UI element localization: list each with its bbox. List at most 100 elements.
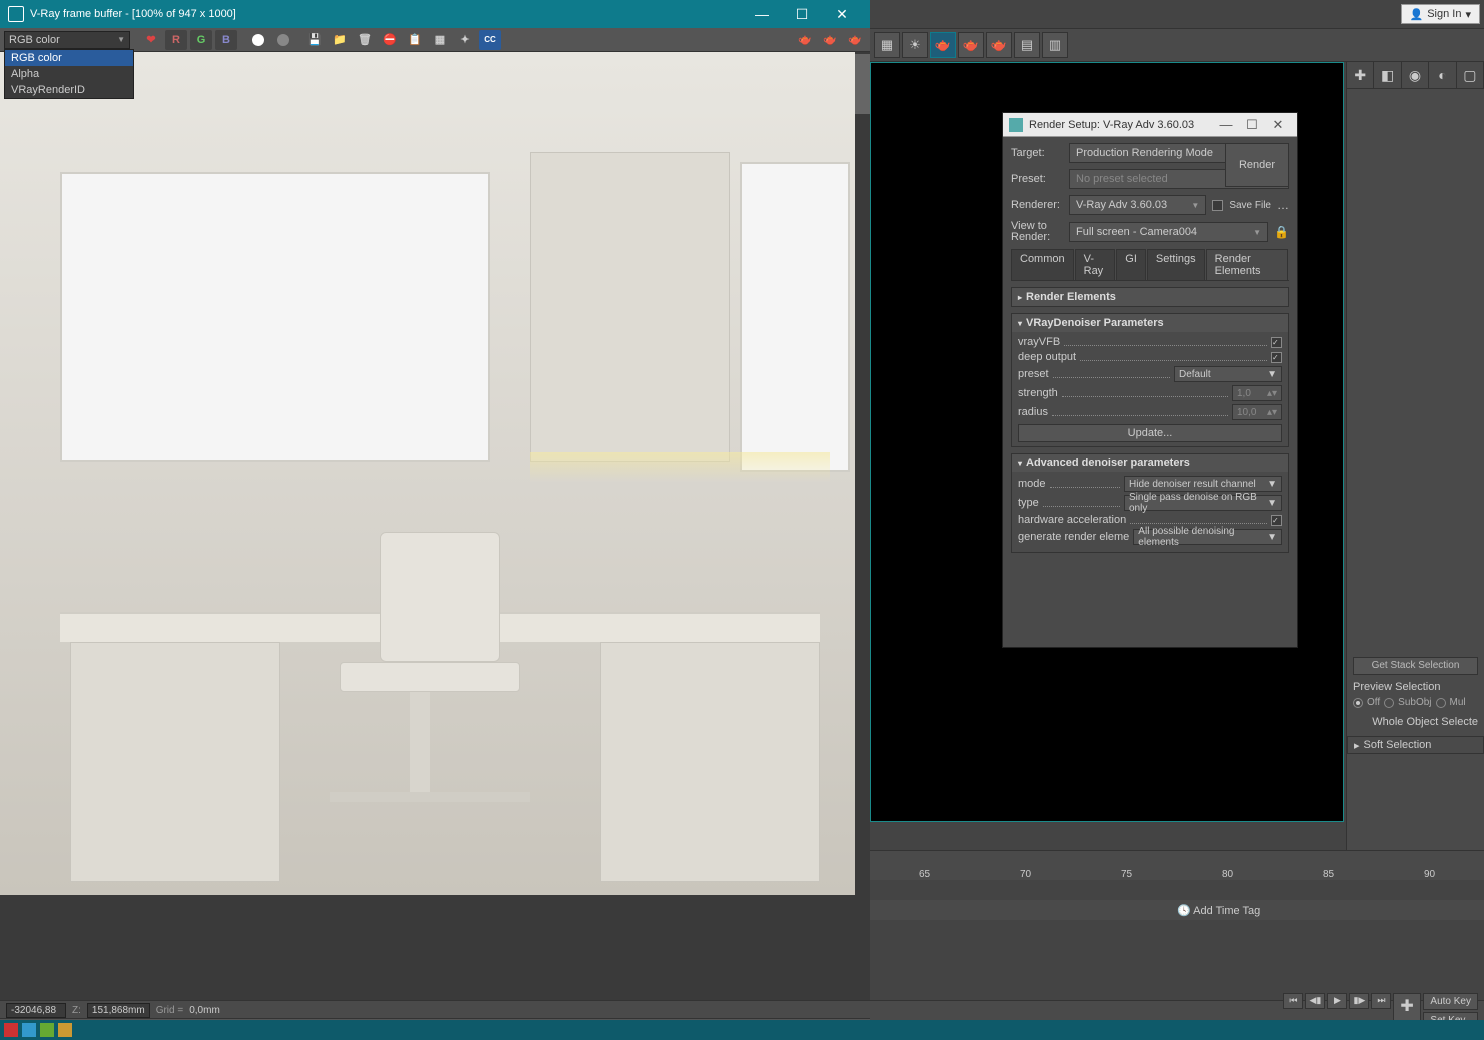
tick: 90: [1379, 869, 1480, 880]
rollout-render-elements: ▸Render Elements: [1011, 287, 1289, 307]
track-icon[interactable]: ✦: [454, 30, 476, 50]
hw-accel-check[interactable]: [1271, 515, 1282, 526]
render-viewport[interactable]: [0, 52, 870, 895]
radio-subobj[interactable]: [1384, 698, 1394, 708]
mode-select[interactable]: Hide denoiser result channel▼: [1124, 476, 1282, 492]
radio-off[interactable]: [1353, 698, 1363, 708]
region-icon[interactable]: ▦: [429, 30, 451, 50]
toolbar-button[interactable]: ☀: [902, 32, 928, 58]
rendered-image: [0, 52, 855, 895]
denoiser-preset-select[interactable]: Default▼: [1174, 366, 1282, 382]
z-coord[interactable]: 151,868mm: [87, 1003, 150, 1018]
save-icon[interactable]: 💾: [304, 30, 326, 50]
vfb-titlebar[interactable]: V-Ray frame buffer - [100% of 947 x 1000…: [0, 0, 870, 28]
strength-spinner[interactable]: 1,0▴▾: [1232, 385, 1282, 401]
mono-grey-icon[interactable]: [272, 30, 294, 50]
modify-tab-icon[interactable]: ◧: [1374, 62, 1401, 88]
deep-output-check[interactable]: [1271, 352, 1282, 363]
folder-icon[interactable]: 📁: [329, 30, 351, 50]
toolbar-button[interactable]: ▤: [1014, 32, 1040, 58]
tab-vray[interactable]: V-Ray: [1075, 249, 1116, 280]
tab-settings[interactable]: Settings: [1147, 249, 1205, 280]
radio-multi[interactable]: [1436, 698, 1446, 708]
renderer-select[interactable]: V-Ray Adv 3.60.03▼: [1069, 195, 1206, 215]
next-frame-icon[interactable]: ▮▶: [1349, 993, 1369, 1009]
rollout-header[interactable]: ▸Render Elements: [1012, 288, 1288, 306]
vrayvfb-check[interactable]: [1271, 337, 1282, 348]
soft-selection-rollout[interactable]: ▸Soft Selection: [1347, 736, 1484, 754]
minimize-button[interactable]: —: [1213, 114, 1239, 136]
minimize-button[interactable]: —: [742, 0, 782, 28]
rs-title-text: Render Setup: V-Ray Adv 3.60.03: [1029, 119, 1194, 131]
mono-white-icon[interactable]: [247, 30, 269, 50]
maximize-button[interactable]: ☐: [1239, 114, 1265, 136]
correction-button[interactable]: CC: [479, 30, 501, 50]
timeline[interactable]: 65 70 75 80 85 90: [870, 850, 1484, 880]
clear-icon[interactable]: 🗑: [354, 30, 376, 50]
render-button[interactable]: Render: [1225, 143, 1289, 187]
tab-common[interactable]: Common: [1011, 249, 1074, 280]
rollout-header[interactable]: ▾VRayDenoiser Parameters: [1012, 314, 1288, 332]
key-button[interactable]: ✚: [1393, 993, 1421, 1021]
update-button[interactable]: Update...: [1018, 424, 1282, 442]
teapot-icon[interactable]: 🫖: [819, 30, 841, 50]
rgb-link-icon[interactable]: ❤: [140, 30, 162, 50]
teapot-icon[interactable]: 🫖: [844, 30, 866, 50]
teapot-icon[interactable]: 🫖: [794, 30, 816, 50]
channel-opt-alpha[interactable]: Alpha: [5, 66, 133, 82]
gen-elements-select[interactable]: All possible denoising elements▼: [1133, 529, 1282, 545]
hierarchy-tab-icon[interactable]: ◉: [1402, 62, 1429, 88]
scrollbar-thumb[interactable]: [855, 54, 870, 114]
channel-opt-renderid[interactable]: VRayRenderID: [5, 82, 133, 98]
teapot-icon[interactable]: 🫖: [930, 32, 956, 58]
create-tab-icon[interactable]: ✚: [1347, 62, 1374, 88]
copy-icon[interactable]: 📋: [404, 30, 426, 50]
tab-gi[interactable]: GI: [1116, 249, 1146, 280]
autokey-button[interactable]: Auto Key: [1423, 993, 1478, 1010]
goto-start-icon[interactable]: ⏮: [1283, 993, 1303, 1009]
taskbar-icon[interactable]: [58, 1023, 72, 1037]
savefile-checkbox[interactable]: [1212, 200, 1223, 211]
taskbar-icon[interactable]: [40, 1023, 54, 1037]
r-channel-button[interactable]: R: [165, 30, 187, 50]
close-button[interactable]: ✕: [1265, 114, 1291, 136]
taskbar-icon[interactable]: [22, 1023, 36, 1037]
view-select[interactable]: Full screen - Camera004▼: [1069, 222, 1268, 242]
teapot-icon[interactable]: 🫖: [958, 32, 984, 58]
channel-value: RGB color: [9, 34, 60, 46]
close-button[interactable]: ✕: [822, 0, 862, 28]
maximize-button[interactable]: ☐: [782, 0, 822, 28]
motion-tab-icon[interactable]: ◐: [1429, 62, 1456, 88]
signin-button[interactable]: 👤 Sign In ▾: [1401, 4, 1480, 24]
teapot-icon[interactable]: 🫖: [986, 32, 1012, 58]
stop-icon[interactable]: ⛔: [379, 30, 401, 50]
radio-subobj-label: SubObj: [1398, 697, 1431, 708]
app-taskbar: [0, 1020, 1484, 1040]
scrollbar-vertical[interactable]: [855, 52, 870, 895]
savefile-more[interactable]: …: [1277, 198, 1289, 212]
lock-icon[interactable]: 🔒: [1274, 225, 1289, 239]
stack-selection-button[interactable]: Get Stack Selection: [1353, 657, 1478, 675]
toolbar-button[interactable]: ▥: [1042, 32, 1068, 58]
command-panel: ✚ ◧ ◉ ◐ ▢ Get Stack Selection Preview Se…: [1346, 62, 1484, 852]
rollout-header[interactable]: ▾Advanced denoiser parameters: [1012, 454, 1288, 472]
goto-end-icon[interactable]: ⏭: [1371, 993, 1391, 1009]
max-toolbar: ▦ ☀ 🫖 🫖 🫖 ▤ ▥: [870, 28, 1484, 62]
x-coord[interactable]: -32046,88: [6, 1003, 66, 1018]
g-channel-button[interactable]: G: [190, 30, 212, 50]
radius-spinner[interactable]: 10,0▴▾: [1232, 404, 1282, 420]
status-bar: -32046,88 Z: 151,868mm Grid = 0,0mm ⏮ ◀▮…: [0, 1000, 1484, 1020]
taskbar-icon[interactable]: [4, 1023, 18, 1037]
type-select[interactable]: Single pass denoise on RGB only▼: [1124, 495, 1282, 511]
tab-render-elements[interactable]: Render Elements: [1206, 249, 1288, 280]
display-tab-icon[interactable]: ▢: [1457, 62, 1484, 88]
clock-icon: 🕓: [1177, 905, 1191, 917]
rs-titlebar[interactable]: Render Setup: V-Ray Adv 3.60.03 — ☐ ✕: [1003, 113, 1297, 137]
channel-dropdown[interactable]: RGB color ▼: [4, 31, 130, 49]
channel-opt-rgb[interactable]: RGB color: [5, 50, 133, 66]
toolbar-button[interactable]: ▦: [874, 32, 900, 58]
b-channel-button[interactable]: B: [215, 30, 237, 50]
prev-frame-icon[interactable]: ◀▮: [1305, 993, 1325, 1009]
play-icon[interactable]: ▶: [1327, 993, 1347, 1009]
add-time-tag[interactable]: 🕓 Add Time Tag: [870, 900, 1484, 920]
